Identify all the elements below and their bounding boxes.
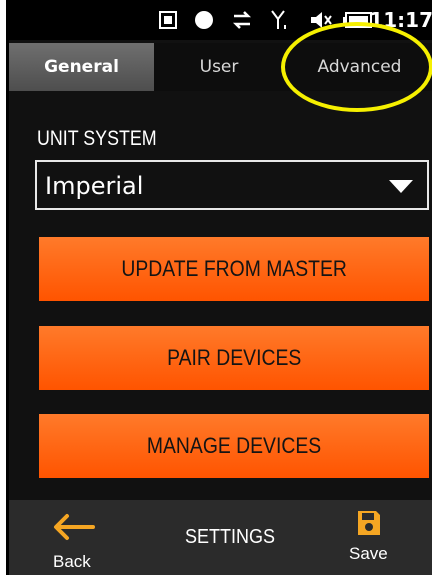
dropdown-arrow-icon <box>389 180 413 193</box>
back-arrow-icon <box>54 514 95 540</box>
unit-system-label: UNIT SYSTEM <box>37 127 157 150</box>
page-title: SETTINGS <box>185 526 276 548</box>
update-from-master-button[interactable]: UPDATE FROM MASTER <box>39 237 429 301</box>
phone-screen: 11:17 General User Advanced UNIT SYSTEM … <box>6 0 432 575</box>
manage-devices-label: MANAGE DEVICES <box>146 433 322 458</box>
data-transfer-icon <box>231 8 253 32</box>
tab-general[interactable]: General <box>9 43 154 91</box>
back-label: Back <box>53 552 91 571</box>
unit-system-value: Imperial <box>45 172 144 200</box>
update-from-master-label: UPDATE FROM MASTER <box>121 256 347 281</box>
pair-devices-label: PAIR DEVICES <box>166 345 302 370</box>
notification-icon <box>157 8 179 32</box>
bottom-app-bar: Back SETTINGS Save <box>9 500 432 575</box>
tab-user[interactable]: User <box>154 43 284 91</box>
record-icon <box>193 8 215 32</box>
save-icon <box>358 511 380 535</box>
manage-devices-button[interactable]: MANAGE DEVICES <box>39 414 429 478</box>
save-label: Save <box>349 544 388 563</box>
pair-devices-button[interactable]: PAIR DEVICES <box>39 326 429 390</box>
unit-system-select[interactable]: Imperial <box>35 160 429 210</box>
signal-icon <box>269 8 291 32</box>
highlight-circle <box>281 22 432 112</box>
